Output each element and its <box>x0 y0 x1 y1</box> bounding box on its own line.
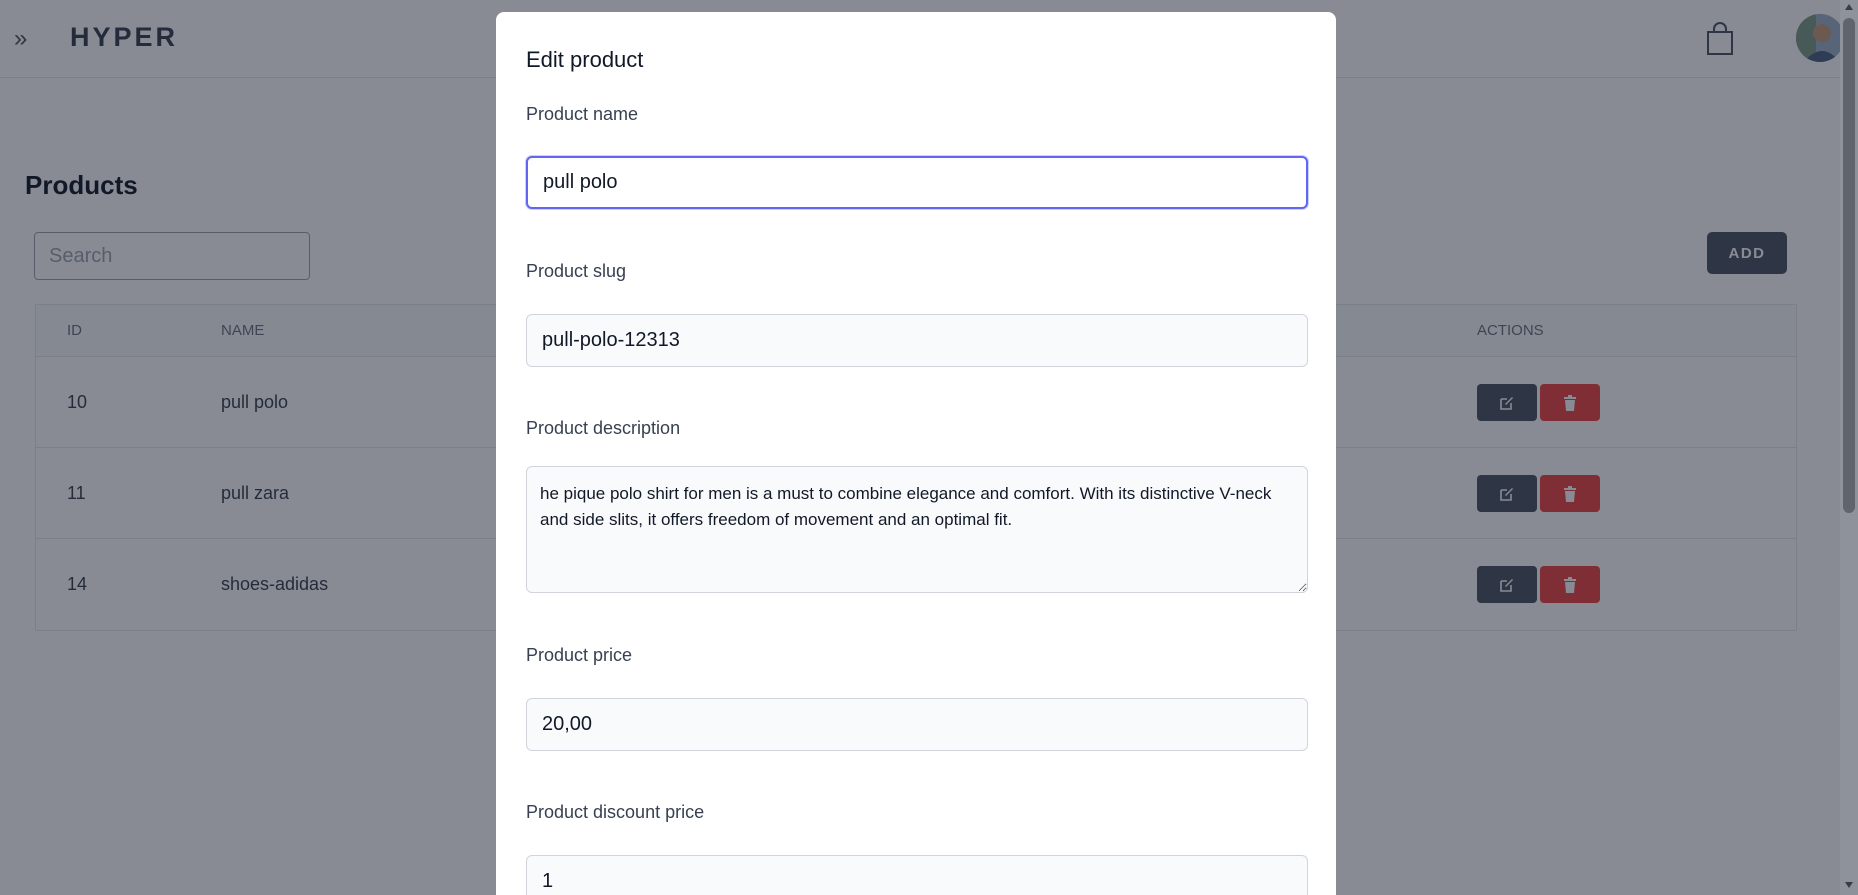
product-name-label: Product name <box>526 104 639 124</box>
product-name-input[interactable] <box>526 156 1308 209</box>
product-price-label: Product price <box>526 645 633 665</box>
product-slug-input[interactable] <box>526 314 1308 367</box>
page-scrollbar[interactable] <box>1840 0 1858 895</box>
product-slug-label: Product slug <box>526 261 627 281</box>
product-price-input[interactable] <box>526 698 1308 751</box>
scroll-up-arrow-icon[interactable] <box>1845 4 1853 10</box>
scroll-down-arrow-icon[interactable] <box>1845 882 1853 888</box>
product-description-textarea[interactable]: he pique polo shirt for men is a must to… <box>526 466 1308 593</box>
product-discount-price-input[interactable] <box>526 855 1308 895</box>
modal-title: Edit product <box>526 47 644 72</box>
product-description-label: Product description <box>526 418 681 438</box>
scrollbar-thumb[interactable] <box>1843 18 1855 513</box>
edit-product-modal: Edit product Product name Product slug P… <box>496 12 1336 895</box>
product-discount-price-label: Product discount price <box>526 802 705 822</box>
